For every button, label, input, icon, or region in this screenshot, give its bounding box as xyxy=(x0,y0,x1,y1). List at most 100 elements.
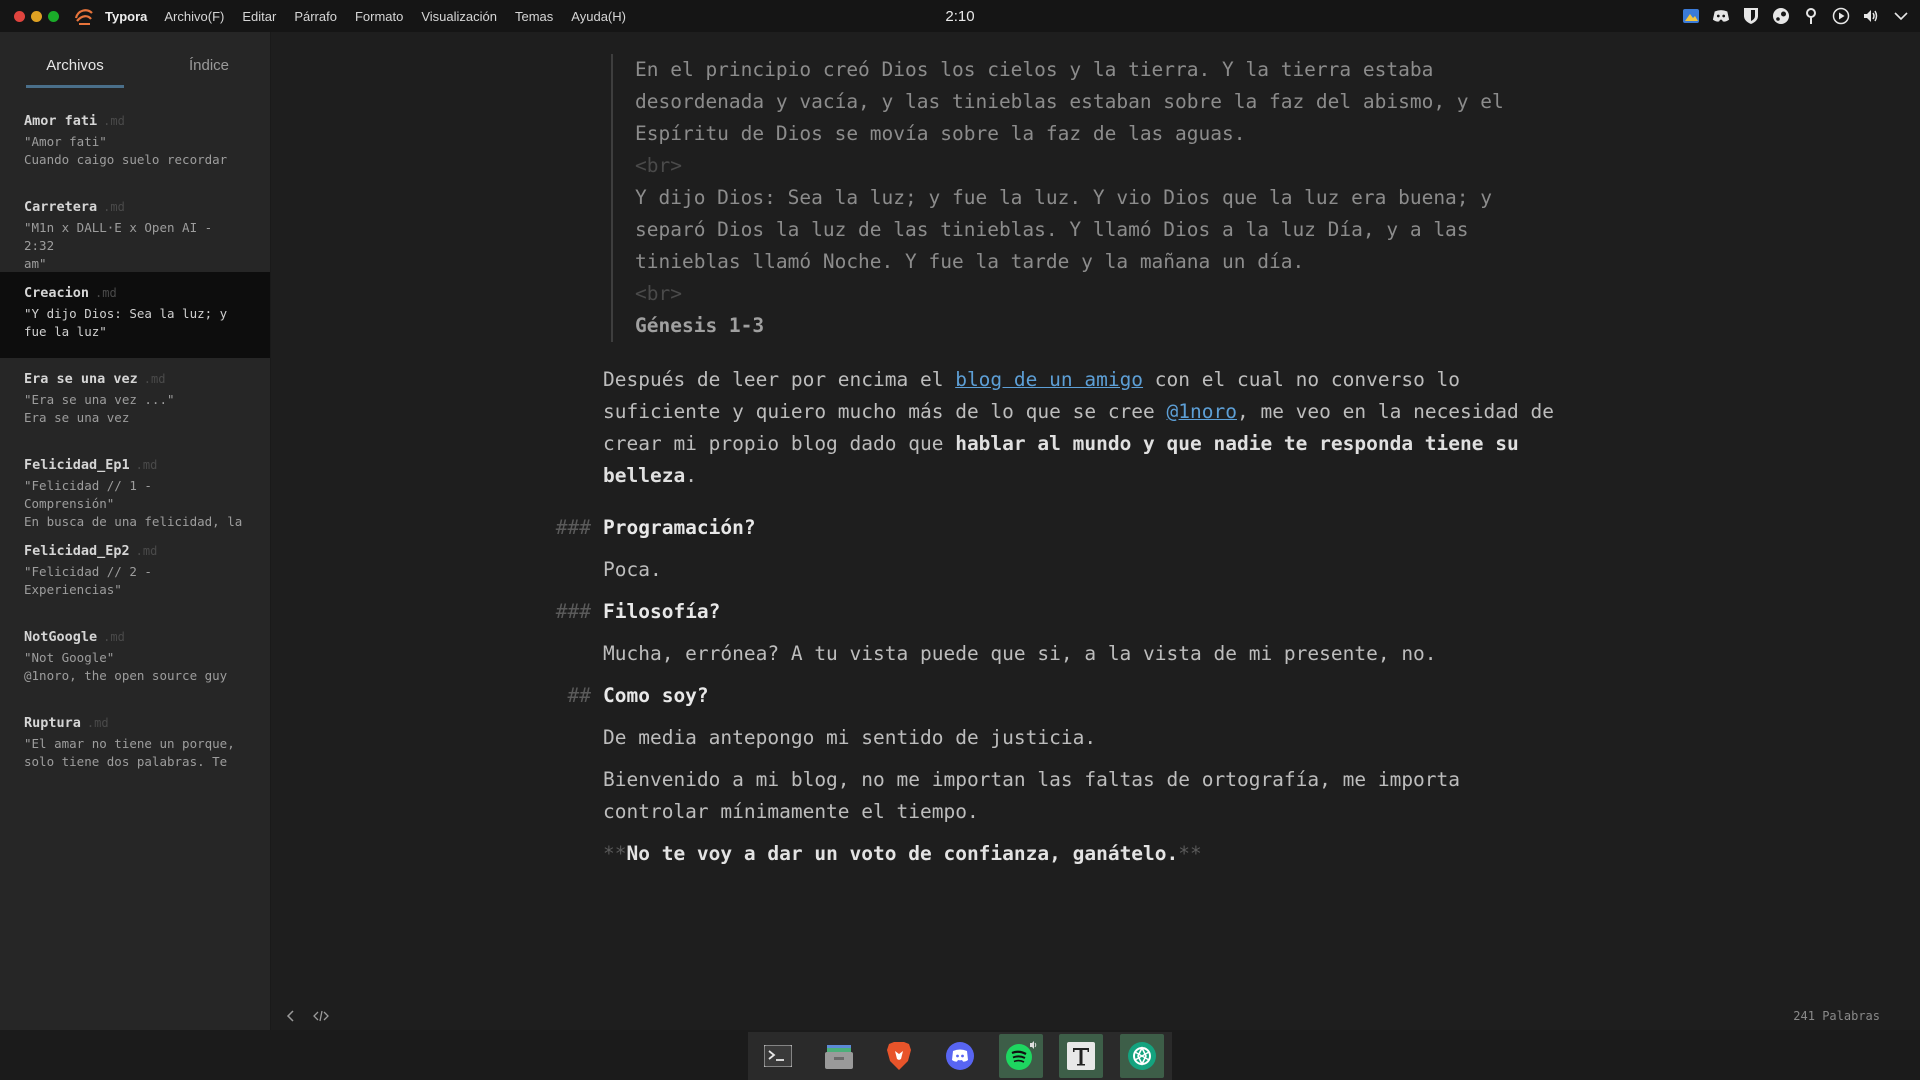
discord-icon[interactable] xyxy=(938,1034,982,1078)
blockquote[interactable]: En el principio creó Dios los cielos y l… xyxy=(611,54,1571,342)
file-preview-line: @1noro, the open source guy xyxy=(24,668,228,683)
spotify-icon[interactable] xyxy=(998,1034,1043,1078)
file-extension: .md xyxy=(135,544,158,558)
close-window-button[interactable] xyxy=(14,10,25,22)
file-item-creacion[interactable]: Creacion .md "Y dijo Dios: Sea la luz; y … xyxy=(0,272,270,358)
files-icon[interactable] xyxy=(817,1034,861,1078)
file-extension: .md xyxy=(103,114,125,128)
file-title: Era se una vez xyxy=(24,371,138,387)
heading-como-soy[interactable]: ## Como soy? xyxy=(568,680,1571,712)
tab-archivos[interactable]: Archivos xyxy=(16,57,134,88)
window-controls xyxy=(14,10,59,22)
final-bold-text: No te voy a dar un voto de confianza, ga… xyxy=(626,842,1179,865)
paragraph: Poca. xyxy=(603,558,662,581)
menu-archivo[interactable]: Archivo(F) xyxy=(155,9,233,24)
file-preview-line: "El amar no tiene un porque, xyxy=(24,736,235,751)
file-item-ruptura[interactable]: Ruptura .md "El amar no tiene un porque, … xyxy=(0,702,270,788)
file-title: Carretera xyxy=(24,199,98,215)
file-title: Amor fati xyxy=(24,113,98,129)
friend-blog-link[interactable]: blog de un amigo xyxy=(955,368,1143,391)
bitwarden-icon[interactable] xyxy=(1742,7,1760,25)
menu-visualizacion[interactable]: Visualización xyxy=(412,9,506,24)
file-extension: .md xyxy=(103,630,125,644)
document-content[interactable]: En el principio creó Dios los cielos y l… xyxy=(556,54,1571,890)
file-item-carretera[interactable]: Carretera .md "M1n x DALL·E x Open AI - 2… xyxy=(0,186,270,272)
file-title: NotGoogle xyxy=(24,629,98,645)
bold-marker: ** xyxy=(1178,842,1202,865)
location-icon[interactable] xyxy=(1802,7,1820,25)
heading-text: Como soy? xyxy=(603,684,709,707)
tab-indice[interactable]: Índice xyxy=(150,57,268,88)
heading-programacion[interactable]: ### Programación? xyxy=(556,512,1571,544)
quote-reference: Génesis 1-3 xyxy=(635,314,765,337)
file-preview-line: "Era se una vez ..." xyxy=(24,392,175,407)
intro-paragraph: Después de leer por encima el blog de un… xyxy=(603,364,1571,492)
chevron-down-icon[interactable] xyxy=(1892,7,1910,25)
file-preview-line: "Felicidad // 2 - xyxy=(24,564,152,579)
file-title: Creacion xyxy=(24,285,90,301)
intro-text: . xyxy=(685,464,697,487)
heading-text: Filosofía? xyxy=(603,600,721,623)
intro-text: Después de leer por encima el xyxy=(603,368,956,391)
typora-icon[interactable] xyxy=(1059,1034,1104,1078)
terminal-icon[interactable] xyxy=(756,1034,800,1078)
file-preview-line: "Felicidad // 1 - Comprensión" xyxy=(24,478,160,511)
file-preview-line: "M1n x DALL·E x Open AI - 2:32 xyxy=(24,220,220,253)
status-bar: 241 Palabras xyxy=(271,1002,1920,1030)
paragraph: De media antepongo mi sentido de justici… xyxy=(603,726,1097,749)
final-bold-paragraph: **No te voy a dar un voto de confianza, … xyxy=(603,838,1571,870)
file-preview-line: Cuando caigo suelo recordar xyxy=(24,152,228,167)
app-name: Typora xyxy=(105,8,148,24)
steam-icon[interactable] xyxy=(1772,7,1790,25)
file-title: Ruptura xyxy=(24,715,81,731)
file-extension: .md xyxy=(135,458,158,472)
discord-icon[interactable] xyxy=(1712,7,1730,25)
file-title: Felicidad_Ep1 xyxy=(24,457,130,473)
file-preview-line: En busca de una felicidad, la xyxy=(24,514,243,529)
file-extension: .md xyxy=(95,286,117,300)
minimize-window-button[interactable] xyxy=(31,10,42,22)
volume-icon[interactable] xyxy=(1862,7,1880,25)
flameshot-icon[interactable] xyxy=(1682,7,1700,25)
file-preview-line: am" xyxy=(24,256,47,271)
html-br-tag: <br> xyxy=(635,282,682,305)
file-extension: .md xyxy=(103,200,125,214)
heading-marker: ### xyxy=(555,600,591,623)
source-code-mode-button[interactable] xyxy=(311,1006,331,1026)
system-tray xyxy=(1682,0,1910,32)
file-item-notgoogle[interactable]: NotGoogle .md "Not Google" @1noro, the op… xyxy=(0,616,270,702)
menu-parrafo[interactable]: Párrafo xyxy=(285,9,346,24)
html-br-tag: <br> xyxy=(635,154,682,177)
menu-bar: Archivo(F) Editar Párrafo Formato Visual… xyxy=(155,9,635,24)
file-extension: .md xyxy=(143,372,166,386)
user-mention-link[interactable]: @1noro xyxy=(1167,400,1237,423)
heading-filosofia[interactable]: ### Filosofía? xyxy=(556,596,1571,628)
maximize-window-button[interactable] xyxy=(48,10,59,22)
menu-formato[interactable]: Formato xyxy=(346,9,412,24)
clock[interactable]: 2:10 xyxy=(945,8,974,25)
sidebar-tabs: Archivos Índice xyxy=(0,32,270,88)
file-preview-line: solo tiene dos palabras. Te xyxy=(24,754,228,769)
typora-logo-icon xyxy=(74,9,93,25)
paragraph: Mucha, errónea? A tu vista puede que si,… xyxy=(603,642,1437,665)
file-item-amor-fati[interactable]: Amor fati .md "Amor fati" Cuando caigo su… xyxy=(0,100,270,186)
file-list: Amor fati .md "Amor fati" Cuando caigo su… xyxy=(0,100,270,788)
chatgpt-icon[interactable] xyxy=(1119,1034,1164,1078)
word-count[interactable]: 241 Palabras xyxy=(1793,1009,1880,1023)
file-item-era-se-una-vez[interactable]: Era se una vez .md "Era se una vez ..." E… xyxy=(0,358,270,444)
file-preview-line: "Not Google" xyxy=(24,650,115,665)
menu-editar[interactable]: Editar xyxy=(233,9,285,24)
editor-pane[interactable]: En el principio creó Dios los cielos y l… xyxy=(271,32,1920,1030)
play-icon[interactable] xyxy=(1832,7,1850,25)
file-item-felicidad-ep1[interactable]: Felicidad_Ep1 .md "Felicidad // 1 - Compr… xyxy=(0,444,270,530)
file-item-felicidad-ep2[interactable]: Felicidad_Ep2 .md "Felicidad // 2 - Exper… xyxy=(0,530,270,616)
code-icon xyxy=(313,1010,329,1022)
bold-marker: ** xyxy=(603,842,627,865)
heading-marker: ## xyxy=(567,684,591,707)
menu-temas[interactable]: Temas xyxy=(506,9,562,24)
file-preview-line: Era se una vez xyxy=(24,410,130,425)
toggle-sidebar-button[interactable] xyxy=(281,1006,301,1026)
brave-icon[interactable] xyxy=(877,1034,921,1078)
heading-text: Programación? xyxy=(603,516,756,539)
menu-ayuda[interactable]: Ayuda(H) xyxy=(562,9,635,24)
